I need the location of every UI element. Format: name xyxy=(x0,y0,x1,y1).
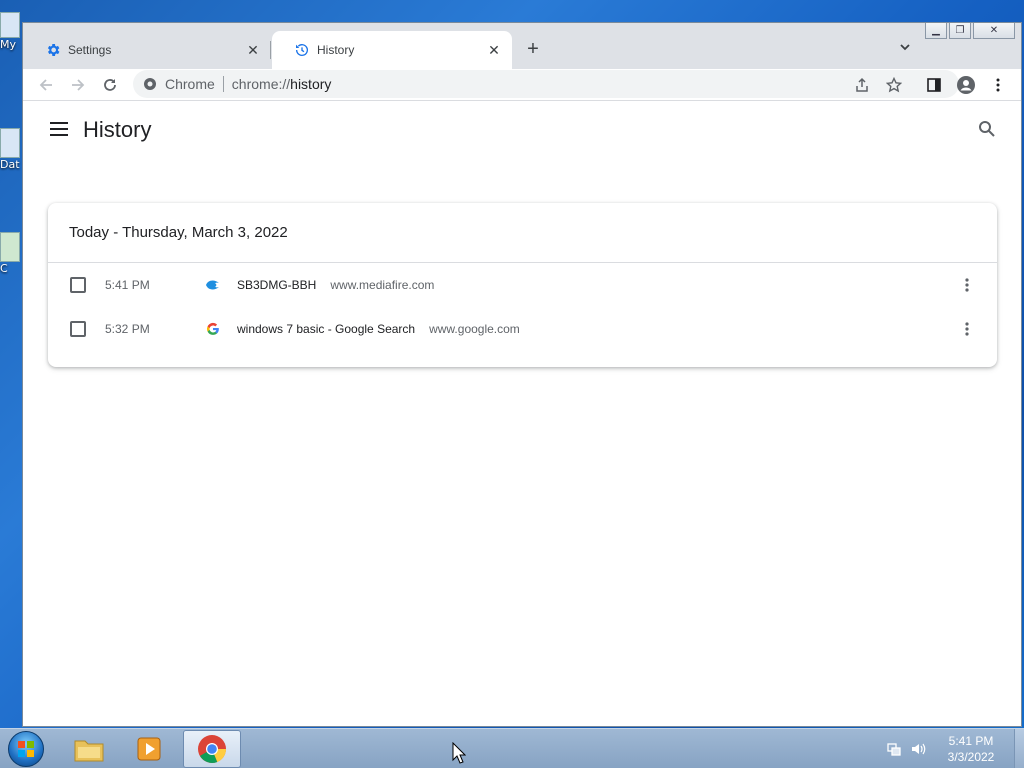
clock-time: 5:41 PM xyxy=(948,734,994,748)
close-icon[interactable]: ✕ xyxy=(486,42,502,58)
mouse-cursor-icon xyxy=(452,742,466,764)
more-actions-button[interactable] xyxy=(957,275,977,295)
star-icon xyxy=(886,77,902,93)
show-desktop-button[interactable] xyxy=(1014,729,1024,768)
new-tab-button[interactable]: + xyxy=(521,37,545,61)
entry-title: windows 7 basic - Google Search xyxy=(237,322,416,336)
reload-icon xyxy=(104,79,116,91)
system-tray: 5:41 PM 3/3/2022 xyxy=(886,729,1024,768)
page-title: History xyxy=(83,117,152,142)
file-icon xyxy=(0,128,20,158)
history-icon xyxy=(294,42,310,58)
media-player-icon xyxy=(137,737,161,761)
google-icon xyxy=(205,321,221,337)
maximize-button[interactable]: ❐ xyxy=(949,23,971,39)
tab-title: History xyxy=(317,43,355,57)
entry-checkbox[interactable] xyxy=(70,321,86,337)
forward-button[interactable] xyxy=(65,72,91,98)
tab-title: Settings xyxy=(68,43,112,57)
tab-separator xyxy=(270,41,271,59)
desktop-icon-c[interactable]: C xyxy=(0,232,22,275)
desktop-icon-data[interactable]: Dat xyxy=(0,128,22,171)
url-scheme: chrome:// xyxy=(231,76,291,92)
bookmark-button[interactable] xyxy=(881,72,907,98)
volume-icon[interactable] xyxy=(910,741,926,757)
reload-button[interactable] xyxy=(97,72,123,98)
side-panel-icon xyxy=(927,78,941,92)
search-icon xyxy=(979,121,995,137)
history-card: Today - Thursday, March 3, 2022 5:41 PM … xyxy=(48,203,997,367)
kebab-menu-icon xyxy=(965,278,969,292)
chevron-down-icon[interactable] xyxy=(895,37,915,57)
entry-time: 5:41 PM xyxy=(105,278,150,292)
close-icon[interactable]: ✕ xyxy=(245,42,261,58)
windows-logo-icon xyxy=(8,731,44,767)
profile-button[interactable] xyxy=(953,72,979,98)
entry-checkbox[interactable] xyxy=(70,277,86,293)
mediafire-icon xyxy=(205,277,221,293)
minimize-button[interactable]: ▁ xyxy=(925,23,947,39)
taskbar: 5:41 PM 3/3/2022 xyxy=(0,728,1024,768)
share-icon xyxy=(856,77,868,92)
tab-strip: Settings ✕ History ✕ + ▁ ❐ ✕ xyxy=(23,23,1021,69)
entry-title: SB3DMG-BBH xyxy=(237,278,317,292)
side-panel-button[interactable] xyxy=(921,72,947,98)
explorer-taskbar-button[interactable] xyxy=(60,730,118,768)
network-icon[interactable] xyxy=(886,741,902,757)
folder-icon xyxy=(74,740,104,762)
share-button[interactable] xyxy=(849,72,875,98)
arrow-right-icon xyxy=(72,79,85,91)
gear-icon xyxy=(45,42,61,58)
address-bar[interactable]: Chrome chrome:// history xyxy=(133,70,959,98)
start-button[interactable] xyxy=(4,729,48,768)
chrome-site-icon xyxy=(143,77,157,91)
more-actions-button[interactable] xyxy=(957,319,977,339)
avatar-icon xyxy=(957,76,975,94)
arrow-left-icon xyxy=(39,79,52,91)
desktop-icon-my-computer[interactable]: My xyxy=(0,12,22,51)
media-player-taskbar-button[interactable] xyxy=(120,730,178,768)
kebab-menu-icon xyxy=(965,322,969,336)
computer-icon xyxy=(0,12,20,38)
back-button[interactable] xyxy=(33,72,59,98)
menu-button[interactable] xyxy=(985,72,1011,98)
history-entry[interactable]: 5:41 PM SB3DMG-BBH www.mediafire.com xyxy=(48,263,997,307)
hamburger-menu-button[interactable] xyxy=(47,117,71,141)
kebab-menu-icon xyxy=(996,78,1000,92)
entry-link[interactable]: windows 7 basic - Google Search www.googl… xyxy=(237,322,520,336)
file-icon xyxy=(0,232,20,262)
tab-settings[interactable]: Settings ✕ xyxy=(23,31,271,69)
hamburger-icon xyxy=(50,122,68,136)
date-header: Today - Thursday, March 3, 2022 xyxy=(48,203,997,263)
window-controls: ▁ ❐ ✕ xyxy=(923,23,1015,39)
toolbar: Chrome chrome:// history xyxy=(23,69,1021,101)
divider xyxy=(222,76,224,92)
page-header: History xyxy=(23,101,1021,157)
chrome-icon xyxy=(198,735,227,763)
close-window-button[interactable]: ✕ xyxy=(973,23,1015,39)
clock-date: 3/3/2022 xyxy=(947,750,995,764)
chrome-taskbar-button[interactable] xyxy=(183,730,241,768)
url-path: history xyxy=(290,76,332,92)
tab-history[interactable]: History ✕ xyxy=(272,31,512,69)
site-chip: Chrome xyxy=(165,76,215,92)
entry-domain: www.mediafire.com xyxy=(330,278,435,292)
history-page: History Today - Thursday, March 3, 2022 … xyxy=(23,101,1021,726)
entry-domain: www.google.com xyxy=(429,322,520,336)
history-entry[interactable]: 5:32 PM windows 7 basic - Google Search w… xyxy=(48,307,997,351)
clock[interactable]: 5:41 PM 3/3/2022 xyxy=(934,733,1008,765)
chrome-window: Settings ✕ History ✕ + ▁ ❐ ✕ Chrome chro… xyxy=(22,22,1022,727)
entry-link[interactable]: SB3DMG-BBH www.mediafire.com xyxy=(237,278,434,292)
search-button[interactable] xyxy=(975,117,999,141)
entry-time: 5:32 PM xyxy=(105,322,150,336)
